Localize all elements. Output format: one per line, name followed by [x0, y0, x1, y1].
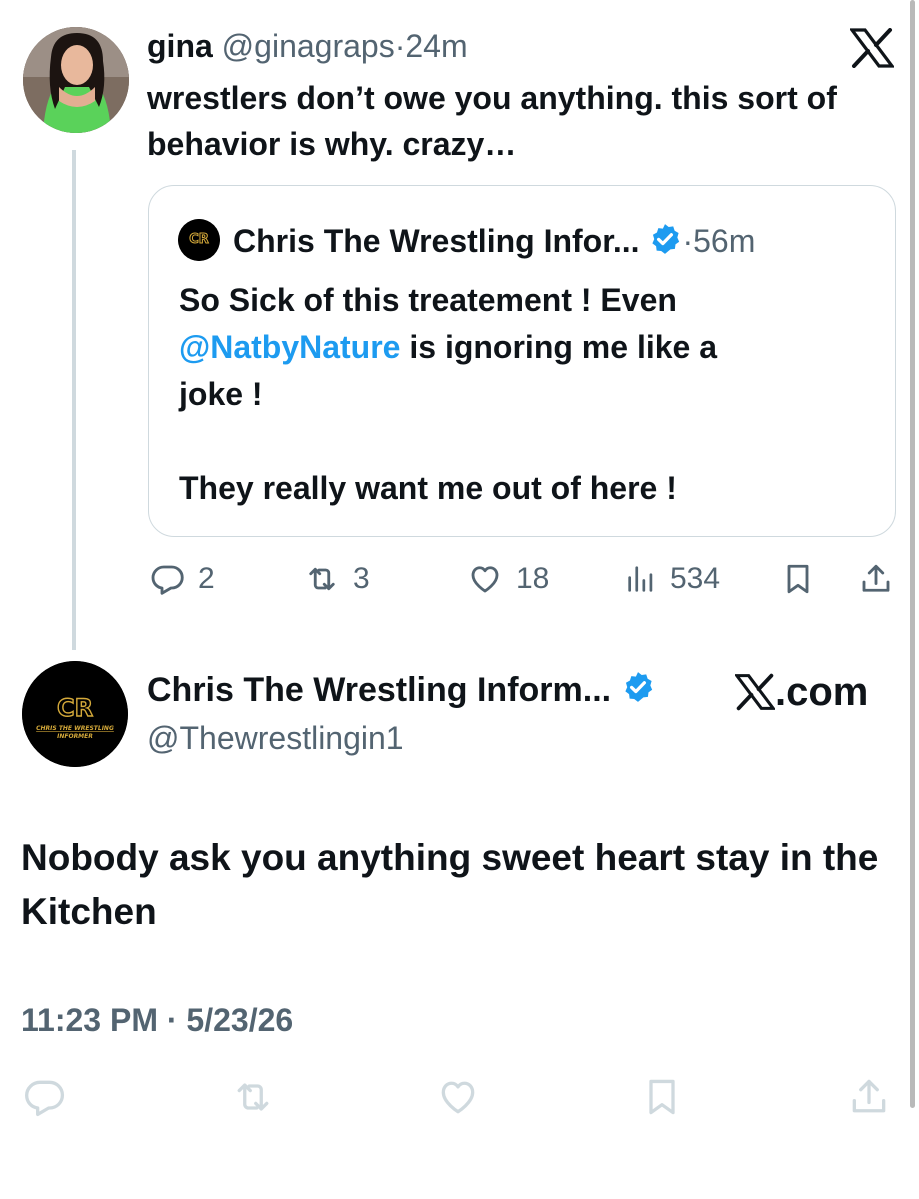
verified-badge-icon [621, 670, 655, 715]
reply-tweet-bookmark-button[interactable] [639, 1075, 685, 1119]
views-button[interactable]: 534 [624, 561, 720, 597]
quoted-line-1: So Sick of this treatement ! Even [179, 282, 677, 318]
reply-timestamp[interactable]: 11:23 PM · 5/23/26 [21, 998, 293, 1042]
reply-tweet-share-button[interactable] [846, 1075, 892, 1119]
logo-caption-1: CHRIS THE WRESTLING [36, 725, 114, 732]
reply-tweet-text: Nobody ask you anything sweet heart stay… [21, 837, 879, 932]
share-button[interactable] [858, 561, 894, 597]
repost-icon [229, 1075, 277, 1119]
bookmark-icon [780, 561, 816, 597]
x-com-brand: .com [735, 668, 868, 716]
parent-tweet-text: wrestlers don’t owe you anything. this s… [147, 80, 837, 162]
avatar-gina[interactable] [23, 27, 129, 133]
like-icon [434, 1075, 482, 1119]
views-count: 534 [670, 562, 721, 595]
quoted-author-avatar[interactable]: CR [178, 219, 220, 261]
thread-line [72, 150, 76, 650]
logo-caption-2: INFORMER [57, 733, 93, 740]
verified-badge-icon [648, 222, 682, 266]
share-icon [858, 561, 894, 597]
quoted-line-2: is ignoring me like a [400, 329, 717, 365]
bookmark-icon [639, 1075, 685, 1119]
like-icon [466, 561, 504, 597]
repost-icon [303, 561, 341, 597]
quoted-tweet-header: Chris The Wrestling Infor... ·56m [233, 220, 755, 266]
author-handle[interactable]: @ginagraps [222, 28, 395, 64]
reply-icon [22, 1075, 68, 1119]
reply-tweet-like-button[interactable] [434, 1075, 482, 1119]
mention-link[interactable]: @NatbyNature [179, 329, 400, 365]
logo-monogram: CR [57, 694, 93, 722]
quoted-author-name[interactable]: Chris The Wrestling Infor... [233, 223, 640, 259]
repost-count: 3 [353, 562, 370, 595]
x-logo-icon [735, 673, 775, 711]
reply-author-handle[interactable]: @Thewrestlingin1 [147, 716, 404, 760]
quoted-tweet-time[interactable]: 56m [693, 223, 755, 259]
reply-tweet-reply-button[interactable] [22, 1075, 68, 1119]
reply-tweet-repost-button[interactable] [229, 1075, 277, 1119]
parent-tweet-header: gina @ginagraps·24m [147, 26, 468, 66]
repost-button[interactable]: 3 [303, 561, 370, 597]
logo-monogram: CR [189, 232, 209, 247]
x-com-label: .com [775, 670, 869, 714]
reply-count: 2 [198, 562, 215, 595]
views-icon [624, 561, 658, 597]
reply-author-name-text: Chris The Wrestling Inform... [147, 671, 612, 709]
like-count: 18 [516, 562, 550, 595]
reply-author-name[interactable]: Chris The Wrestling Inform... [147, 668, 655, 715]
quoted-line-3: joke ! [179, 376, 263, 412]
bookmark-button[interactable] [780, 561, 816, 597]
separator-dot: · [682, 223, 694, 259]
tweet-time[interactable]: 24m [405, 28, 467, 64]
scrollbar[interactable] [910, 0, 915, 1108]
quoted-tweet-text: So Sick of this treatement ! Even @Natby… [179, 277, 869, 512]
x-logo-icon [848, 28, 896, 68]
avatar-chris[interactable]: CR CHRIS THE WRESTLING INFORMER [22, 661, 128, 767]
reply-icon [150, 561, 186, 597]
like-button[interactable]: 18 [466, 561, 549, 597]
quoted-line-5: They really want me out of here ! [179, 470, 677, 506]
reply-button[interactable]: 2 [150, 561, 215, 597]
separator-dot: · [394, 28, 406, 64]
author-name[interactable]: gina [147, 28, 213, 64]
share-icon [846, 1075, 892, 1119]
